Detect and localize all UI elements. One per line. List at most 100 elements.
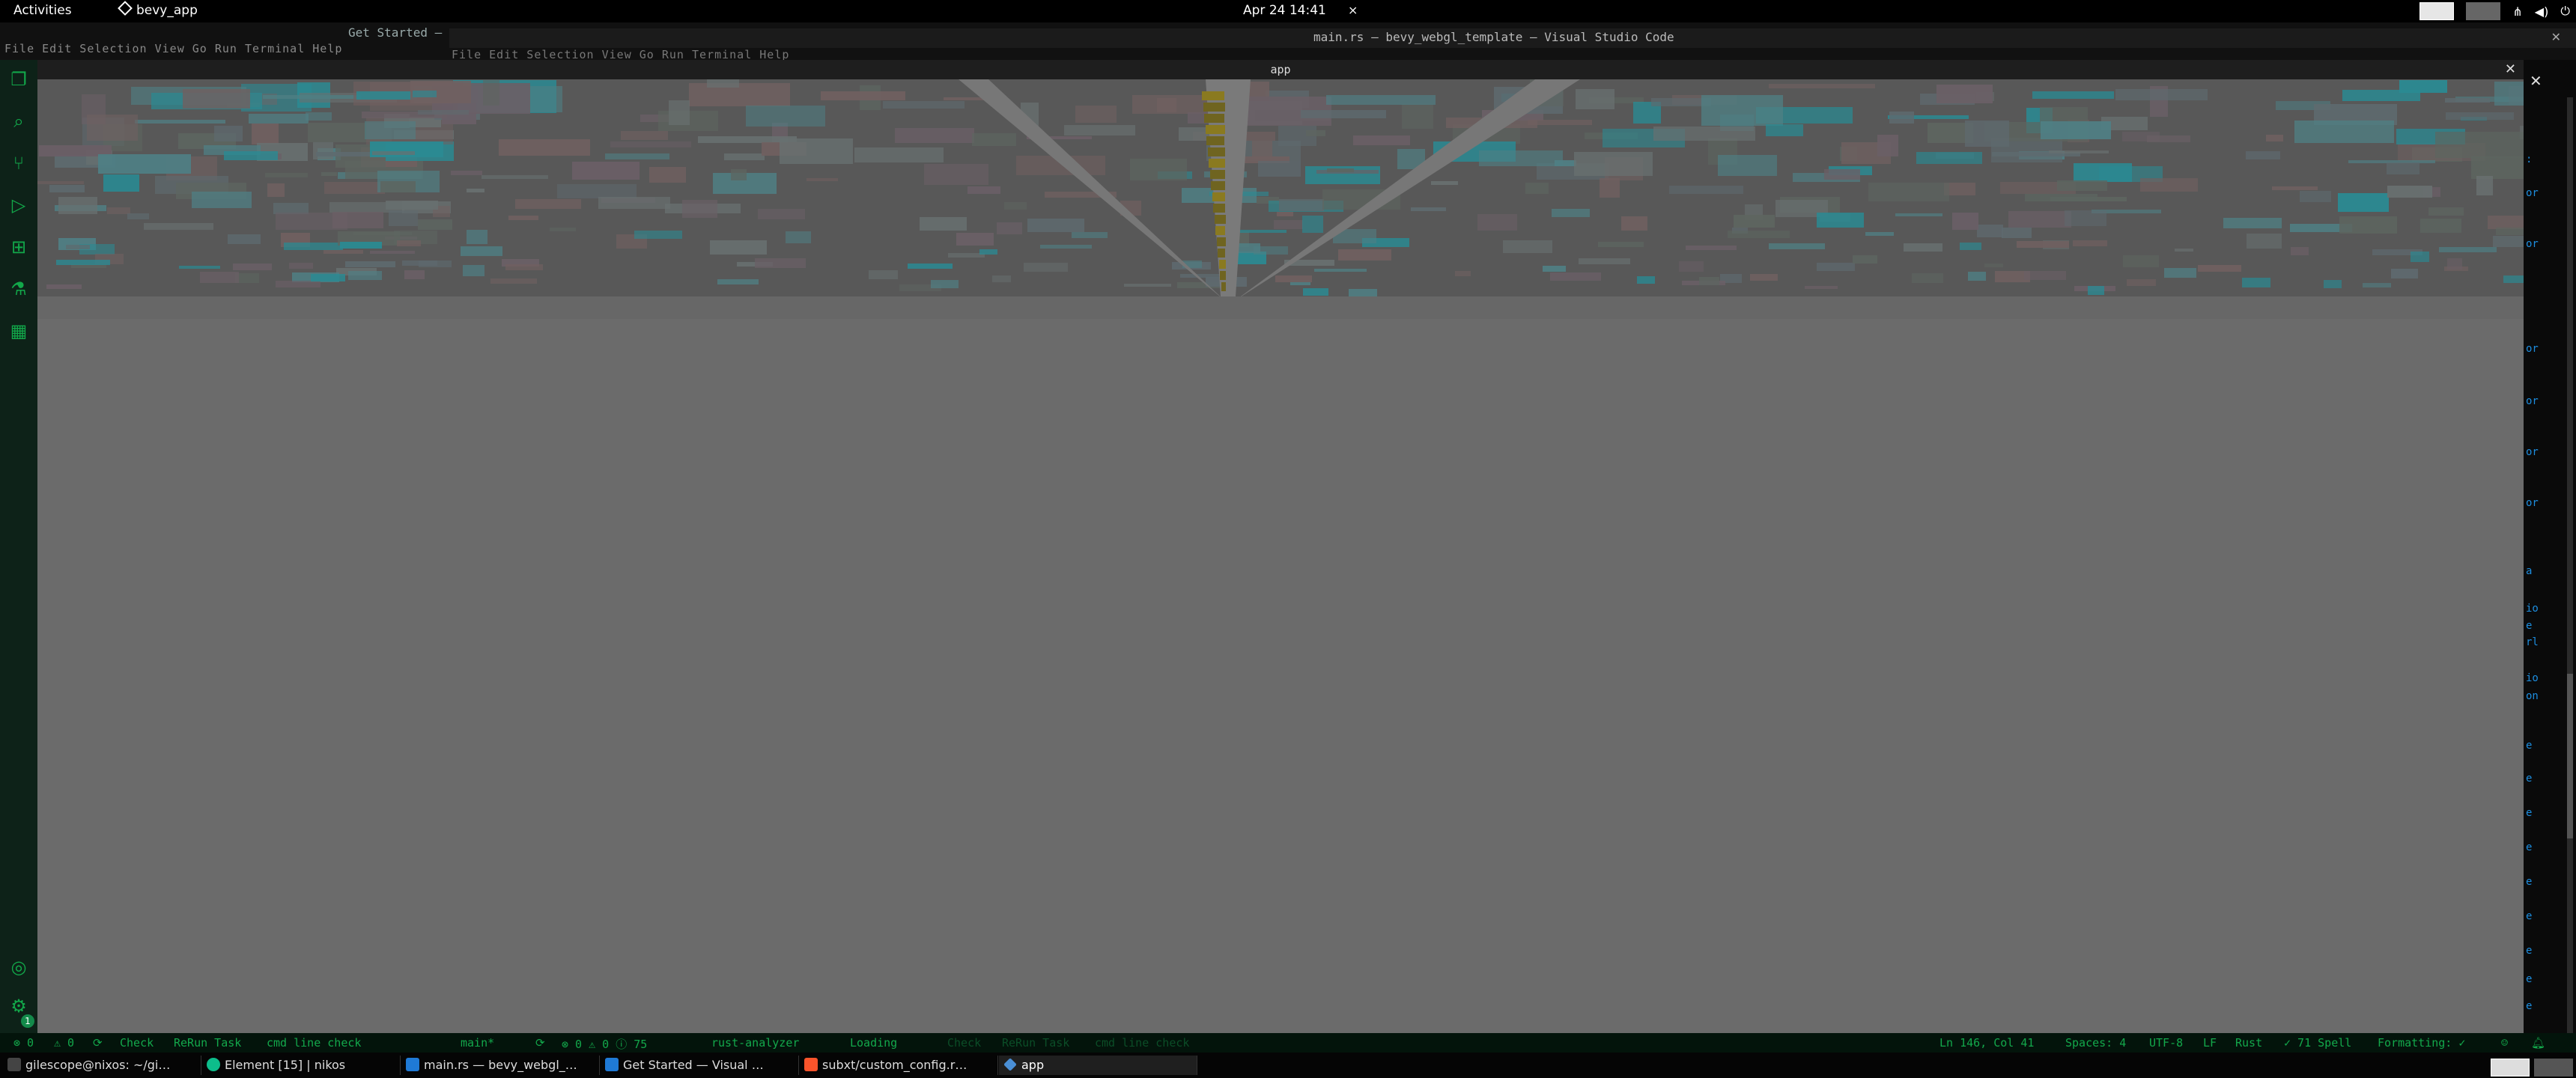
code-fragment: a bbox=[2526, 565, 2533, 577]
task-element[interactable]: Element [15] | nikos bbox=[202, 1056, 401, 1075]
building-block bbox=[508, 216, 538, 220]
account-icon[interactable]: ◎ bbox=[10, 958, 28, 976]
testing-icon[interactable]: ⚗ bbox=[10, 280, 28, 298]
building-block bbox=[1895, 213, 1942, 216]
status-rerun-faint[interactable]: ReRun Task bbox=[1002, 1036, 1069, 1050]
status-spell[interactable]: ✓ 71 Spell bbox=[2284, 1036, 2351, 1050]
building-block bbox=[467, 230, 487, 244]
building-block bbox=[463, 265, 484, 276]
scrollbar-thumb[interactable] bbox=[2567, 674, 2573, 838]
building-block bbox=[2342, 90, 2420, 101]
workspace-indicator[interactable] bbox=[2466, 2, 2501, 20]
status-problems[interactable]: ⊗ 0 ⚠ 0 ⓘ 75 bbox=[562, 1036, 647, 1052]
building-block bbox=[144, 223, 213, 230]
notifications-icon[interactable]: 🔔︎ bbox=[2531, 1036, 2545, 1050]
building-block bbox=[402, 261, 437, 266]
app-window[interactable]: app ✕ bbox=[37, 60, 2524, 1033]
building-block bbox=[1503, 240, 1552, 253]
yellow-block bbox=[1204, 114, 1224, 123]
editor-scrollbar[interactable] bbox=[2567, 97, 2573, 1033]
refresh-icon[interactable]: ⟳ bbox=[93, 1036, 103, 1050]
building-block bbox=[505, 264, 543, 270]
status-cursor-position[interactable]: Ln 146, Col 41 bbox=[1939, 1036, 2034, 1050]
workspace-switcher-1[interactable] bbox=[2491, 1059, 2530, 1077]
status-branch[interactable]: main* bbox=[461, 1036, 494, 1050]
status-warnings[interactable]: ⚠ 0 bbox=[54, 1036, 74, 1050]
building-block bbox=[183, 89, 250, 109]
building-block bbox=[2439, 247, 2497, 252]
app-menu[interactable]: bevy_app bbox=[118, 1, 198, 18]
workspace-indicator-active[interactable] bbox=[2419, 2, 2455, 20]
building-block bbox=[806, 178, 838, 181]
building-block bbox=[2074, 163, 2132, 182]
building-block bbox=[233, 264, 272, 270]
building-block bbox=[1277, 212, 1293, 216]
building-block bbox=[2339, 216, 2397, 234]
status-cmd-check[interactable]: cmd line check bbox=[267, 1036, 361, 1050]
task-vscode-get-started[interactable]: Get Started — Visual … bbox=[601, 1056, 799, 1075]
task-vscode-main[interactable]: main.rs — bevy_webgl_… bbox=[401, 1056, 600, 1075]
building-block bbox=[883, 101, 965, 109]
vscode-close-icon[interactable]: ✕ bbox=[2551, 30, 2561, 44]
building-block bbox=[2387, 162, 2419, 174]
building-block bbox=[1072, 232, 1108, 238]
close-icon[interactable]: ✕ bbox=[2530, 72, 2542, 90]
settings-gear-icon[interactable]: ⚙ bbox=[10, 997, 28, 1015]
bevy-app-icon bbox=[118, 1, 133, 16]
source-control-icon[interactable]: ⑂ bbox=[10, 154, 28, 172]
app-close-icon[interactable]: ✕ bbox=[2505, 61, 2516, 77]
code-fragment: or bbox=[2526, 497, 2539, 509]
building-block bbox=[66, 245, 90, 249]
building-block bbox=[924, 164, 988, 185]
feedback-icon[interactable]: ☺ bbox=[2501, 1036, 2508, 1050]
building-block bbox=[1314, 269, 1367, 272]
building-block bbox=[1024, 263, 1068, 272]
system-tray[interactable]: ⋔ ◀) ⏻ bbox=[2419, 2, 2570, 20]
building-block bbox=[451, 171, 482, 175]
building-block bbox=[682, 200, 717, 218]
building-block bbox=[1766, 124, 1803, 136]
building-block bbox=[252, 124, 279, 144]
clock[interactable]: Apr 24 14:41 bbox=[1243, 3, 1326, 18]
app-titlebar[interactable]: app ✕ bbox=[37, 60, 2524, 79]
element-icon bbox=[207, 1058, 220, 1071]
status-eol[interactable]: LF bbox=[2203, 1036, 2217, 1050]
activity-bar: ❐ ⌕ ⑂ ▷ ⊞ ⚗ ▦ ◎ ⚙ bbox=[0, 60, 37, 1033]
explorer-icon[interactable]: ❐ bbox=[10, 70, 28, 88]
task-brave[interactable]: subxt/custom_config.r… bbox=[800, 1056, 998, 1075]
status-encoding[interactable]: UTF-8 bbox=[2149, 1036, 2183, 1050]
task-terminal[interactable]: gilescope@nixos: ~/gi… bbox=[3, 1056, 201, 1075]
status-errors[interactable]: ⊗ 0 bbox=[13, 1036, 34, 1050]
building-block bbox=[1817, 213, 1864, 228]
status-indentation[interactable]: Spaces: 4 bbox=[2065, 1036, 2126, 1050]
extensions-icon[interactable]: ⊞ bbox=[10, 238, 28, 256]
building-block bbox=[1984, 264, 2003, 267]
vscode-back-menubar[interactable]: File Edit Selection View Go Run Terminal… bbox=[4, 42, 342, 55]
building-block bbox=[1252, 141, 1272, 159]
remote-icon[interactable]: ▦ bbox=[10, 322, 28, 340]
status-check[interactable]: Check bbox=[120, 1036, 154, 1050]
status-rerun-task[interactable]: ReRun Task bbox=[174, 1036, 241, 1050]
building-block bbox=[746, 106, 825, 127]
building-block bbox=[2223, 218, 2282, 228]
task-app[interactable]: app bbox=[999, 1056, 1197, 1075]
building-block bbox=[58, 197, 97, 214]
building-block bbox=[572, 162, 640, 180]
status-cmd-faint[interactable]: cmd line check bbox=[1095, 1036, 1189, 1050]
search-icon[interactable]: ⌕ bbox=[10, 112, 28, 130]
status-formatting[interactable]: Formatting: ✓ bbox=[2378, 1036, 2465, 1050]
sync-icon[interactable]: ⟳ bbox=[535, 1036, 545, 1050]
building-block bbox=[1718, 155, 1777, 176]
yellow-block bbox=[1215, 215, 1226, 224]
workspace-switcher-2[interactable] bbox=[2534, 1059, 2573, 1077]
status-rust-analyzer[interactable]: rust-analyzer bbox=[711, 1036, 799, 1050]
activities-button[interactable]: Activities bbox=[13, 3, 72, 18]
building-block bbox=[967, 186, 1000, 194]
building-block bbox=[1275, 275, 1312, 282]
building-block bbox=[284, 243, 343, 250]
status-language[interactable]: Rust bbox=[2235, 1036, 2262, 1050]
3d-scene-canvas[interactable] bbox=[37, 79, 2524, 1033]
run-debug-icon[interactable]: ▷ bbox=[10, 196, 28, 214]
building-block bbox=[2041, 121, 2111, 139]
status-check-faint[interactable]: Check bbox=[947, 1036, 981, 1050]
